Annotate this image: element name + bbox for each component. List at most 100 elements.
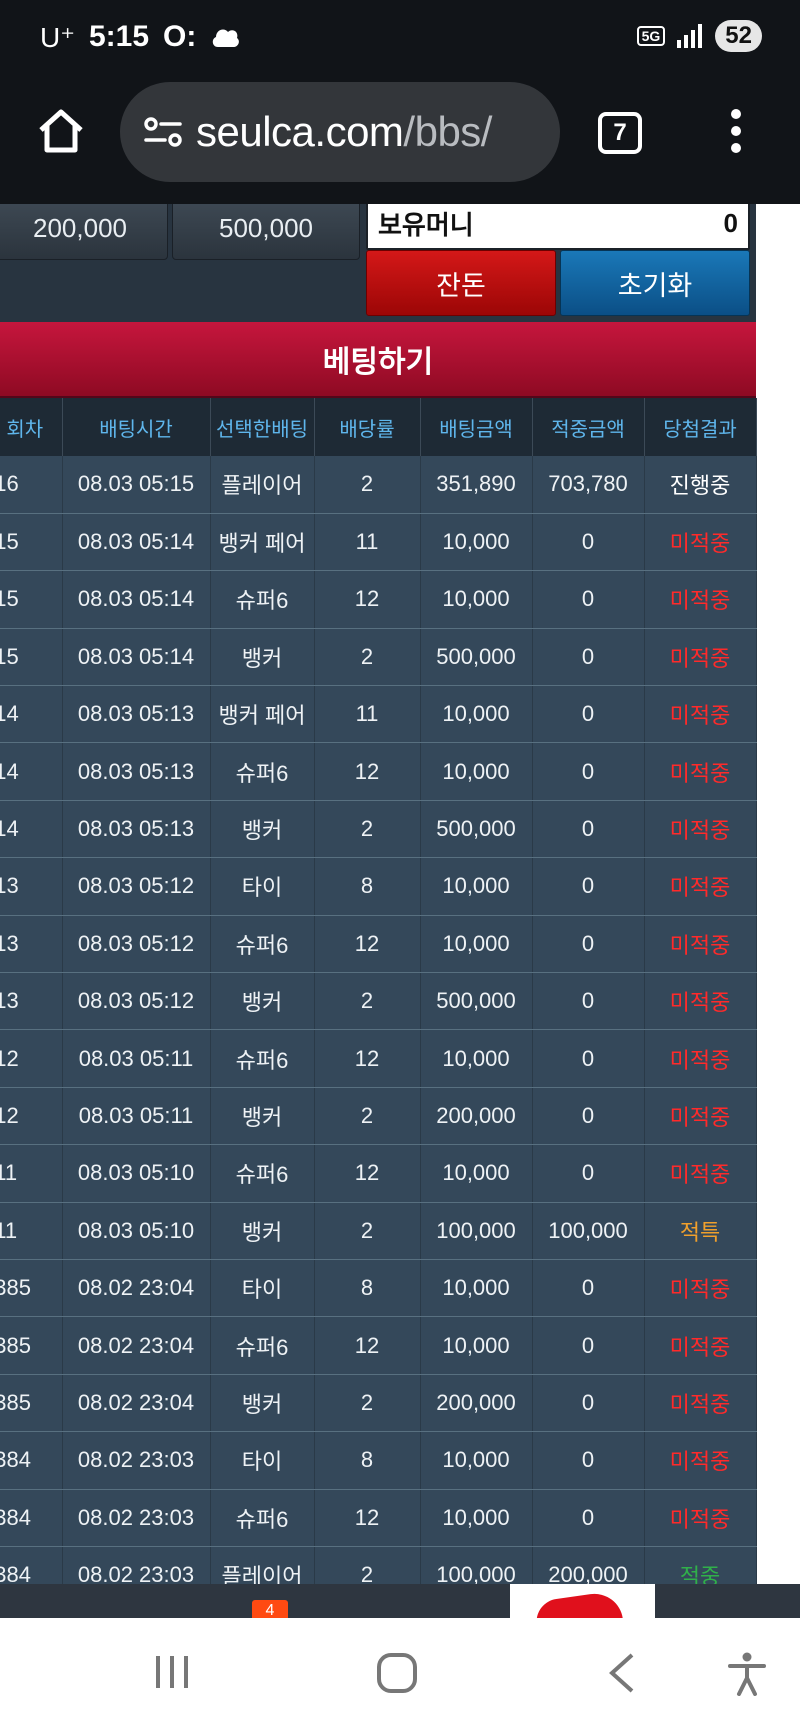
cell-bet-time: 08.02 23:04 [62, 1374, 211, 1433]
cell-win-amount: 0 [532, 1374, 645, 1433]
cell-result: 미적중 [644, 915, 757, 974]
section-title: 베팅하기 [0, 322, 756, 398]
cell-bet-amount: 500,000 [420, 800, 533, 859]
table-row: 31208.03 05:11슈퍼61210,0000미적중 [0, 1029, 757, 1088]
header-selected-bet: 선택한배팅 [210, 398, 315, 456]
cell-result: 미적중 [644, 1489, 757, 1547]
system-nav-bar [0, 1618, 800, 1734]
cell-bet-amount: 10,000 [420, 915, 533, 974]
cell-selected-bet: 슈퍼6 [210, 742, 315, 801]
cell-selected-bet: 슈퍼6 [210, 1144, 315, 1203]
cell-round: 315 [0, 513, 63, 572]
home-icon[interactable] [36, 106, 86, 156]
url-path: /bbs/ [403, 108, 492, 155]
cell-bet-time: 08.03 05:13 [62, 742, 211, 801]
cell-selected-bet: 플레이어 [210, 456, 315, 514]
cell-bet-amount: 10,000 [420, 685, 533, 744]
cell-bet-time: 08.03 05:13 [62, 800, 211, 859]
amount-button-500000[interactable]: 500,000 [172, 204, 360, 260]
cell-selected-bet: 뱅커 [210, 972, 315, 1031]
cell-bet-time: 08.03 05:12 [62, 972, 211, 1031]
cell-odds: 11 [314, 685, 421, 744]
cell-win-amount: 0 [532, 628, 645, 687]
cell-round: 315 [0, 628, 63, 687]
cell-bet-time: 08.03 05:13 [62, 685, 211, 744]
battery-icon: 52 [715, 20, 762, 52]
cell-selected-bet: 플레이어 [210, 1546, 315, 1584]
status-bar: U⁺ 5:15 O: 5G 52 [0, 0, 800, 78]
back-icon[interactable] [606, 1652, 636, 1694]
cell-odds: 12 [314, 1316, 421, 1375]
site-settings-icon[interactable] [142, 111, 184, 153]
cell-round: 314 [0, 742, 63, 801]
cell-bet-time: 08.02 23:03 [62, 1546, 211, 1584]
cell-result: 진행중 [644, 456, 757, 514]
table-row: 138508.02 23:04타이810,0000미적중 [0, 1259, 757, 1318]
reset-button[interactable]: 초기화 [560, 250, 750, 316]
cell-odds: 12 [314, 1144, 421, 1203]
bet-history-table: 회차 배팅시간 선택한배팅 배당률 배팅금액 적중금액 당첨결과 31608.0… [0, 398, 757, 1584]
cell-round: 1385 [0, 1316, 63, 1375]
signal-icon [677, 24, 703, 48]
home-nav-icon[interactable] [376, 1652, 418, 1694]
cell-win-amount: 0 [532, 742, 645, 801]
table-row: 31408.03 05:13슈퍼61210,0000미적중 [0, 742, 757, 801]
cell-win-amount: 0 [532, 1316, 645, 1375]
cell-round: 312 [0, 1087, 63, 1146]
cell-odds: 8 [314, 1259, 421, 1318]
cell-win-amount: 703,780 [532, 456, 645, 514]
cell-win-amount: 0 [532, 1431, 645, 1490]
recent-apps-icon[interactable] [152, 1652, 192, 1692]
cell-result: 미적중 [644, 857, 757, 916]
cell-selected-bet: 뱅커 페어 [210, 685, 315, 744]
cell-selected-bet: 슈퍼6 [210, 915, 315, 974]
betting-panel: 200,000 500,000 보유머니 0 잔돈 초기화 베팅하기 회차 배팅… [0, 204, 757, 1584]
more-menu-icon[interactable] [728, 108, 744, 154]
cell-bet-time: 08.03 05:11 [62, 1029, 211, 1088]
table-body: 31608.03 05:15플레이어2351,890703,780진행중3150… [0, 456, 757, 1584]
cell-selected-bet: 뱅커 [210, 1087, 315, 1146]
balance-label: 보유머니 [378, 209, 474, 240]
header-odds: 배당률 [314, 398, 421, 456]
ad-thumbnail[interactable] [510, 1584, 655, 1618]
table-row: 31408.03 05:13뱅커 페어1110,0000미적중 [0, 685, 757, 744]
clock: 5:15 [89, 20, 150, 53]
url-text[interactable]: seulca.com/bbs/ [196, 108, 492, 156]
cell-bet-time: 08.03 05:11 [62, 1087, 211, 1146]
cell-win-amount: 0 [532, 685, 645, 744]
cell-round: 311 [0, 1202, 63, 1260]
cell-odds: 12 [314, 1489, 421, 1547]
cell-win-amount: 100,000 [532, 1202, 645, 1260]
cell-round: 314 [0, 800, 63, 859]
site-bottom-nav: 4 [0, 1584, 800, 1620]
header-result: 당첨결과 [644, 398, 757, 456]
cell-selected-bet: 뱅커 [210, 628, 315, 687]
cell-win-amount: 0 [532, 800, 645, 859]
cell-selected-bet: 슈퍼6 [210, 570, 315, 629]
cell-win-amount: 0 [532, 1029, 645, 1088]
change-button[interactable]: 잔돈 [366, 250, 556, 316]
cell-bet-amount: 200,000 [420, 1374, 533, 1433]
address-bar[interactable]: seulca.com/bbs/ [120, 82, 560, 182]
cell-bet-time: 08.03 05:12 [62, 915, 211, 974]
cell-win-amount: 0 [532, 1489, 645, 1547]
cell-round: 1385 [0, 1259, 63, 1318]
cloud-icon [213, 29, 240, 47]
cell-selected-bet: 뱅커 [210, 800, 315, 859]
table-row: 31208.03 05:11뱅커2200,0000미적중 [0, 1087, 757, 1146]
tab-switcher-button[interactable]: 7 [598, 112, 642, 154]
table-row: 31108.03 05:10뱅커2100,000100,000적특 [0, 1202, 757, 1260]
accessibility-icon[interactable] [726, 1652, 768, 1696]
cell-bet-time: 08.03 05:12 [62, 857, 211, 916]
cell-selected-bet: 슈퍼6 [210, 1489, 315, 1547]
cell-bet-amount: 10,000 [420, 1029, 533, 1088]
cell-round: 314 [0, 685, 63, 744]
cell-win-amount: 0 [532, 972, 645, 1031]
notification-badge[interactable]: 4 [252, 1600, 288, 1620]
cell-win-amount: 0 [532, 513, 645, 572]
cell-odds: 2 [314, 800, 421, 859]
amount-button-200000[interactable]: 200,000 [0, 204, 168, 260]
cell-win-amount: 200,000 [532, 1546, 645, 1584]
cell-round: 311 [0, 1144, 63, 1203]
browser-toolbar: seulca.com/bbs/ 7 [0, 78, 800, 204]
